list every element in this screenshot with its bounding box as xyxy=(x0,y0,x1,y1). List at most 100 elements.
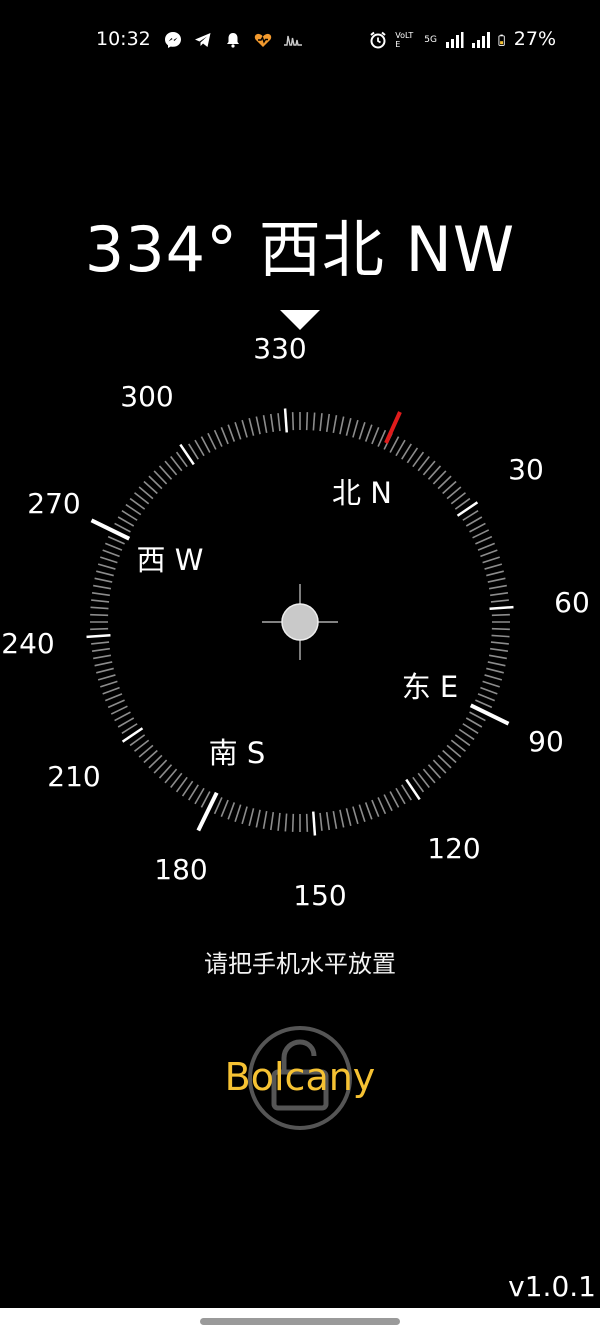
minor-tick xyxy=(104,542,123,551)
minor-tick xyxy=(486,570,504,577)
minor-tick xyxy=(96,570,114,577)
minor-tick xyxy=(417,456,430,472)
cardinal-north: 北 N xyxy=(332,476,392,510)
battery-icon xyxy=(498,34,505,46)
minor-tick xyxy=(91,599,110,603)
scale-label-60: 60 xyxy=(554,586,590,619)
minor-tick xyxy=(220,426,229,445)
minor-tick xyxy=(490,647,509,653)
brand-label: Bolcany xyxy=(224,1055,376,1099)
telegram-icon xyxy=(195,33,211,47)
minor-tick xyxy=(104,693,123,702)
minor-tick xyxy=(490,591,509,597)
minor-tick xyxy=(91,641,110,645)
minor-tick xyxy=(339,809,345,828)
minor-tick xyxy=(383,794,393,812)
status-time: 10:32 xyxy=(96,28,151,50)
minor-tick xyxy=(352,806,359,825)
minor-tick xyxy=(90,606,109,610)
scale-label-180: 180 xyxy=(154,853,207,886)
activity-wave-icon xyxy=(284,35,302,46)
minor-tick xyxy=(312,412,316,431)
messenger-icon xyxy=(165,32,181,48)
minor-tick xyxy=(406,447,419,464)
minor-tick xyxy=(401,784,412,801)
minor-tick xyxy=(248,418,255,436)
minor-tick xyxy=(102,686,120,695)
signal-strength-icon xyxy=(472,32,490,48)
home-indicator[interactable] xyxy=(200,1318,400,1325)
scale-label-270: 270 xyxy=(27,487,80,520)
minor-tick xyxy=(487,661,506,667)
minor-tick xyxy=(110,705,128,715)
scale-label-150: 150 xyxy=(293,879,346,912)
minor-tick xyxy=(234,422,242,440)
minor-tick xyxy=(291,412,295,431)
minor-tick xyxy=(170,772,183,788)
minor-tick xyxy=(401,443,412,460)
scale-label-240: 240 xyxy=(1,627,54,660)
minor-tick xyxy=(207,432,217,450)
minor-tick xyxy=(134,739,150,752)
minor-tick xyxy=(345,418,352,436)
minor-tick xyxy=(319,812,323,831)
scale-label-300: 300 xyxy=(120,380,173,413)
minor-tick xyxy=(97,674,116,681)
status-left-icons xyxy=(163,28,303,52)
minor-tick xyxy=(389,791,400,808)
minor-tick xyxy=(475,699,493,709)
major-tick xyxy=(196,791,219,832)
heading-readout: 334° 西北 NW xyxy=(84,213,516,286)
heart-rate-icon xyxy=(254,33,272,47)
minor-tick xyxy=(450,492,466,505)
minor-tick xyxy=(458,728,475,741)
minor-tick xyxy=(477,542,496,551)
minor-tick xyxy=(170,456,183,472)
minor-tick xyxy=(96,667,114,674)
scale-label-120: 120 xyxy=(427,832,480,865)
minor-tick xyxy=(227,802,236,820)
minor-tick xyxy=(487,577,506,583)
minor-tick xyxy=(358,422,366,440)
minor-tick xyxy=(188,784,199,801)
minor-tick xyxy=(121,510,138,521)
major-tick xyxy=(312,811,317,836)
minor-tick xyxy=(477,693,496,702)
minor-tick xyxy=(491,627,510,631)
minor-tick xyxy=(377,429,387,447)
minor-tick xyxy=(389,436,400,453)
major-tick xyxy=(283,408,288,433)
minor-tick xyxy=(371,426,380,445)
minor-tick xyxy=(100,680,118,688)
minor-tick xyxy=(94,577,113,583)
minor-tick xyxy=(490,599,509,603)
minor-tick xyxy=(91,591,110,597)
minor-tick xyxy=(325,413,331,432)
minor-tick xyxy=(462,723,479,734)
minor-tick xyxy=(332,810,338,829)
scale-label-90: 90 xyxy=(528,725,564,758)
volte-label: VoLTE xyxy=(395,31,414,49)
minor-tick xyxy=(181,780,194,797)
minor-tick xyxy=(255,416,261,435)
minor-tick xyxy=(90,627,109,631)
minor-tick xyxy=(91,647,110,653)
minor-tick xyxy=(484,674,503,681)
minor-tick xyxy=(102,549,120,558)
minor-tick xyxy=(241,806,248,825)
minor-tick xyxy=(94,661,113,667)
minor-tick xyxy=(269,413,275,432)
minor-tick xyxy=(339,416,345,435)
level-hint: 请把手机水平放置 xyxy=(204,950,396,978)
minor-tick xyxy=(488,654,507,660)
minor-tick xyxy=(255,809,261,828)
minor-tick xyxy=(284,813,288,832)
minor-tick xyxy=(462,510,479,521)
minor-tick xyxy=(358,804,366,822)
level-bubble xyxy=(262,584,338,660)
minor-tick xyxy=(227,424,236,442)
minor-tick xyxy=(107,699,125,709)
minor-tick xyxy=(277,812,281,831)
minor-tick xyxy=(377,797,387,815)
minor-tick xyxy=(262,810,268,829)
